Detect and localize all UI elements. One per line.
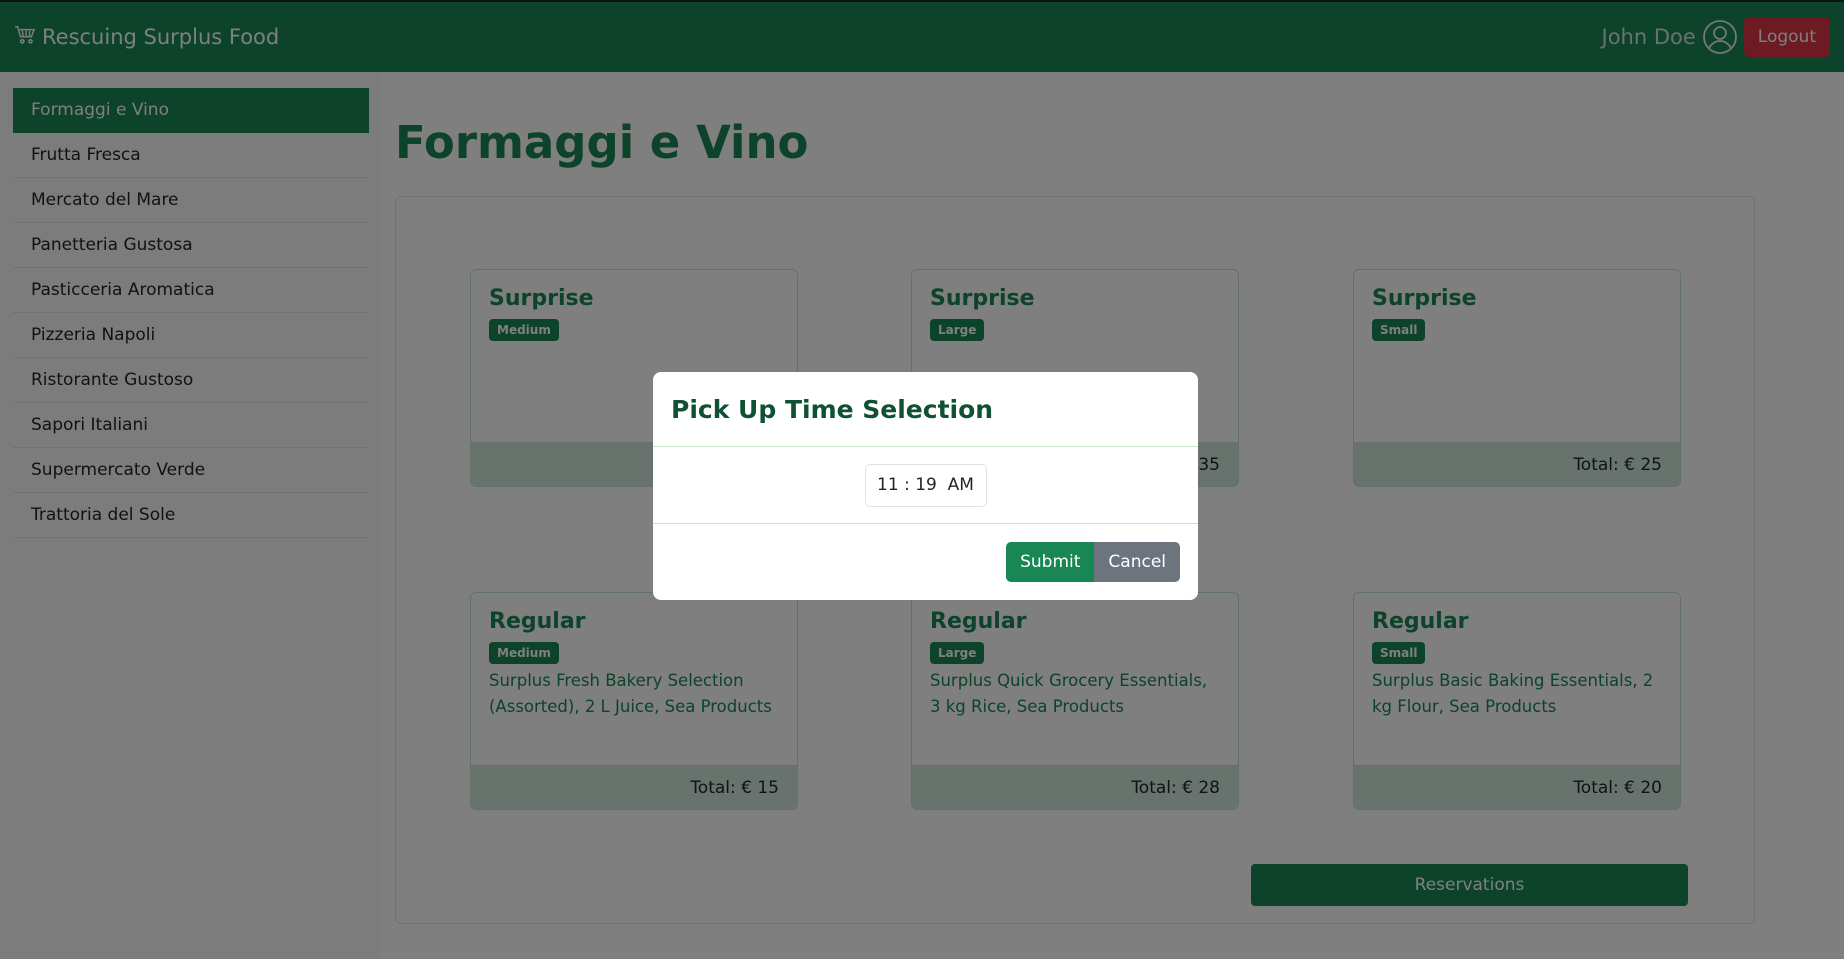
modal-footer: Submit Cancel (653, 524, 1198, 600)
modal-header: Pick Up Time Selection (653, 372, 1198, 447)
cancel-button[interactable]: Cancel (1094, 542, 1180, 582)
pickup-time-input[interactable] (864, 463, 987, 507)
pickup-time-modal: Pick Up Time Selection Submit Cancel (653, 372, 1198, 600)
modal-title: Pick Up Time Selection (671, 394, 994, 424)
submit-button[interactable]: Submit (1006, 542, 1095, 582)
modal-body (653, 447, 1198, 524)
